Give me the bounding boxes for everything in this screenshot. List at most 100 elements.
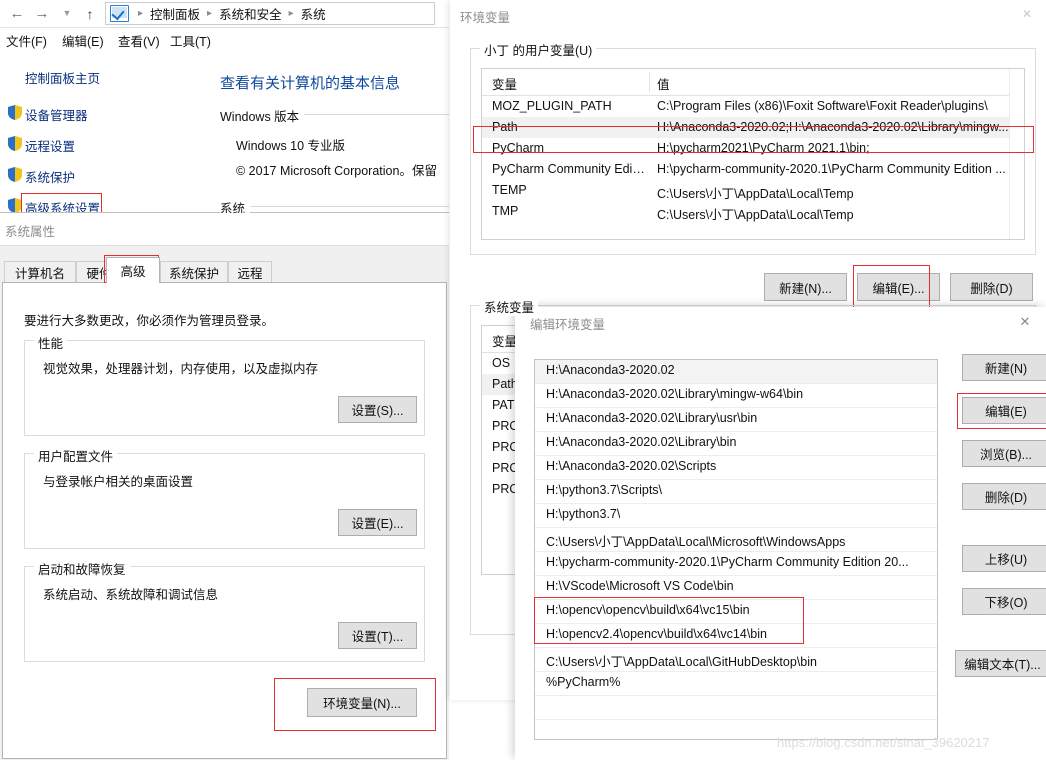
sidebar-item-advanced-system-settings[interactable]: 高级系统设置 — [25, 198, 100, 213]
table-row[interactable]: MOZ_PLUGIN_PATH C:\Program Files (x86)\F… — [482, 96, 1024, 117]
list-item[interactable]: H:\Anaconda3-2020.02\Library\mingw-w64\b… — [535, 384, 937, 408]
sidebar-item-device-manager[interactable]: 设备管理器 — [25, 105, 88, 124]
path-value: H:\VScode\Microsoft VS Code\bin — [546, 579, 734, 593]
table-row[interactable]: Path H:\Anaconda3-2020.02;H:\Anaconda3-2… — [482, 117, 1024, 138]
group-user-profiles-text: 与登录帐户相关的桌面设置 — [43, 475, 194, 489]
new-button[interactable]: 新建(N) — [962, 354, 1046, 381]
control-panel-menubar: 文件(F) 编辑(E) 查看(V) 工具(T) — [0, 28, 449, 52]
user-variables-table[interactable]: 变量 值 MOZ_PLUGIN_PATH C:\Program Files (x… — [481, 68, 1025, 240]
tab-remote[interactable]: 远程 — [228, 261, 272, 283]
edit-env-titlebar: 编辑环境变量 ✕ — [515, 307, 1046, 337]
edit-button[interactable]: 编辑(E) — [962, 397, 1046, 424]
performance-settings-button[interactable]: 设置(S)... — [338, 396, 417, 423]
arrow-up-icon[interactable]: ↑ — [79, 3, 101, 24]
move-up-button[interactable]: 上移(U) — [962, 545, 1046, 572]
breadcrumb-separator: ▸ — [138, 8, 144, 19]
variable-value: H:\Anaconda3-2020.02;H:\Anaconda3-2020.0… — [657, 120, 1009, 134]
list-item[interactable]: H:\Anaconda3-2020.02 — [535, 360, 937, 384]
path-value: H:\Anaconda3-2020.02\Library\mingw-w64\b… — [546, 387, 804, 401]
copyright-text: © 2017 Microsoft Corporation。保留 — [236, 164, 437, 178]
environment-variables-titlebar: 环境变量 ✕ — [450, 0, 1046, 30]
close-icon[interactable]: ✕ — [1014, 312, 1036, 332]
divider — [0, 245, 449, 246]
breadcrumb-item-2[interactable]: 系统 — [300, 4, 327, 23]
startup-recovery-settings-button[interactable]: 设置(T)... — [338, 622, 417, 649]
list-item[interactable]: H:\python3.7\ — [535, 504, 937, 528]
user-profiles-settings-button[interactable]: 设置(E)... — [338, 509, 417, 536]
chevron-down-icon[interactable]: ▼ — [56, 3, 78, 24]
path-value: C:\Users\小丁\AppData\Local\Microsoft\Wind… — [546, 535, 846, 549]
breadcrumb-separator: ▸ — [288, 8, 294, 19]
list-item[interactable] — [535, 696, 937, 720]
breadcrumb[interactable]: ▸ 控制面板 ▸ 系统和安全 ▸ 系统 — [105, 2, 435, 25]
path-value: H:\Anaconda3-2020.02\Scripts — [546, 459, 717, 473]
browse-button[interactable]: 浏览(B)... — [962, 440, 1046, 467]
group-startup-recovery-label: 启动和故障恢复 — [34, 559, 130, 578]
list-item[interactable]: H:\VScode\Microsoft VS Code\bin — [535, 576, 937, 600]
list-item[interactable]: %PyCharm% — [535, 672, 937, 696]
sidebar-item-home[interactable]: 控制面板主页 — [25, 68, 100, 87]
vertical-scrollbar[interactable] — [1009, 69, 1024, 239]
variable-value: C:\Program Files (x86)\Foxit Software\Fo… — [657, 99, 988, 113]
list-item[interactable]: H:\Anaconda3-2020.02\Scripts — [535, 456, 937, 480]
breadcrumb-item-1[interactable]: 系统和安全 — [218, 4, 283, 23]
list-item[interactable]: H:\Anaconda3-2020.02\Library\bin — [535, 432, 937, 456]
control-panel-navbar: ← → ▼ ↑ ▸ 控制面板 ▸ 系统和安全 ▸ 系统 — [0, 0, 449, 28]
list-item[interactable]: H:\opencv\opencv\build\x64\vc15\bin — [535, 600, 937, 624]
breadcrumb-item-0[interactable]: 控制面板 — [149, 4, 201, 23]
table-row[interactable]: TMP C:\Users\小丁\AppData\Local\Temp — [482, 201, 1024, 222]
list-item[interactable]: H:\pycharm-community-2020.1\PyCharm Comm… — [535, 552, 937, 576]
environment-variables-button[interactable]: 环境变量(N)... — [307, 688, 417, 717]
move-down-button[interactable]: 下移(O) — [962, 588, 1046, 615]
variable-name: TMP — [492, 204, 519, 218]
list-item[interactable]: H:\python3.7\Scripts\ — [535, 480, 937, 504]
path-value: H:\opencv\opencv\build\x64\vc15\bin — [546, 603, 750, 617]
path-list[interactable]: H:\Anaconda3-2020.02 H:\Anaconda3-2020.0… — [534, 359, 938, 740]
list-item[interactable]: H:\opencv2.4\opencv\build\x64\vc14\bin — [535, 624, 937, 648]
tab-advanced[interactable]: 高级 — [106, 257, 160, 283]
list-item[interactable]: C:\Users\小丁\AppData\Local\GitHubDesktop\… — [535, 648, 937, 672]
arrow-right-icon[interactable]: → — [31, 3, 53, 24]
sidebar-item-system-protection[interactable]: 系统保护 — [25, 167, 75, 186]
arrow-left-icon[interactable]: ← — [6, 3, 28, 24]
column-header-value: 值 — [657, 78, 670, 92]
breadcrumb-separator: ▸ — [207, 8, 213, 19]
group-performance-label: 性能 — [34, 333, 68, 352]
control-panel-window: ← → ▼ ↑ ▸ 控制面板 ▸ 系统和安全 ▸ 系统 文件(F) 编辑(E) … — [0, 0, 449, 213]
shield-icon — [8, 198, 22, 213]
table-row[interactable]: PyCharm H:\pycharm2021\PyCharm 2021.1\bi… — [482, 138, 1024, 159]
tab-computer-name[interactable]: 计算机名 — [4, 261, 76, 283]
list-item[interactable]: H:\Anaconda3-2020.02\Library\usr\bin — [535, 408, 937, 432]
variable-value: H:\pycharm-community-2020.1\PyCharm Comm… — [657, 162, 1006, 176]
sidebar-item-remote-settings[interactable]: 远程设置 — [25, 136, 75, 155]
control-panel-icon — [110, 5, 129, 22]
dialog-title: 环境变量 — [460, 11, 511, 25]
edit-text-button[interactable]: 编辑文本(T)... — [955, 650, 1046, 677]
table-row[interactable]: PyCharm Community Editi... H:\pycharm-co… — [482, 159, 1024, 180]
variable-name: OS — [492, 356, 511, 370]
delete-button[interactable]: 删除(D) — [962, 483, 1046, 510]
menu-file[interactable]: 文件(F) — [6, 31, 47, 50]
variable-name: PyCharm Community Editi... — [492, 162, 647, 176]
system-properties-titlebar: 系统属性 — [0, 213, 449, 245]
group-startup-recovery-text: 系统启动、系统故障和调试信息 — [43, 588, 219, 602]
watermark-text: https://blog.csdn.net/sinat_39620217 — [777, 735, 990, 750]
menu-edit[interactable]: 编辑(E) — [62, 31, 104, 50]
path-value: H:\Anaconda3-2020.02 — [546, 363, 675, 377]
column-header-variable: 变量 — [492, 335, 518, 349]
menu-tools[interactable]: 工具(T) — [170, 31, 211, 50]
path-value: H:\Anaconda3-2020.02\Library\usr\bin — [546, 411, 758, 425]
user-new-button[interactable]: 新建(N)... — [764, 273, 847, 301]
page-title: 查看有关计算机的基本信息 — [220, 75, 401, 92]
variable-name: TEMP — [492, 183, 527, 197]
variable-value: C:\Users\小丁\AppData\Local\Temp — [657, 187, 854, 201]
tab-system-protection[interactable]: 系统保护 — [160, 261, 228, 283]
menu-view[interactable]: 查看(V) — [118, 31, 160, 50]
close-icon[interactable]: ✕ — [1016, 4, 1038, 24]
user-delete-button[interactable]: 删除(D) — [950, 273, 1033, 301]
list-item[interactable]: C:\Users\小丁\AppData\Local\Microsoft\Wind… — [535, 528, 937, 552]
path-value: H:\python3.7\Scripts\ — [546, 483, 663, 497]
table-row[interactable]: TEMP C:\Users\小丁\AppData\Local\Temp — [482, 180, 1024, 201]
edit-environment-variable-dialog: 编辑环境变量 ✕ H:\Anaconda3-2020.02 H:\Anacond… — [515, 307, 1046, 760]
user-edit-button[interactable]: 编辑(E)... — [857, 273, 940, 301]
